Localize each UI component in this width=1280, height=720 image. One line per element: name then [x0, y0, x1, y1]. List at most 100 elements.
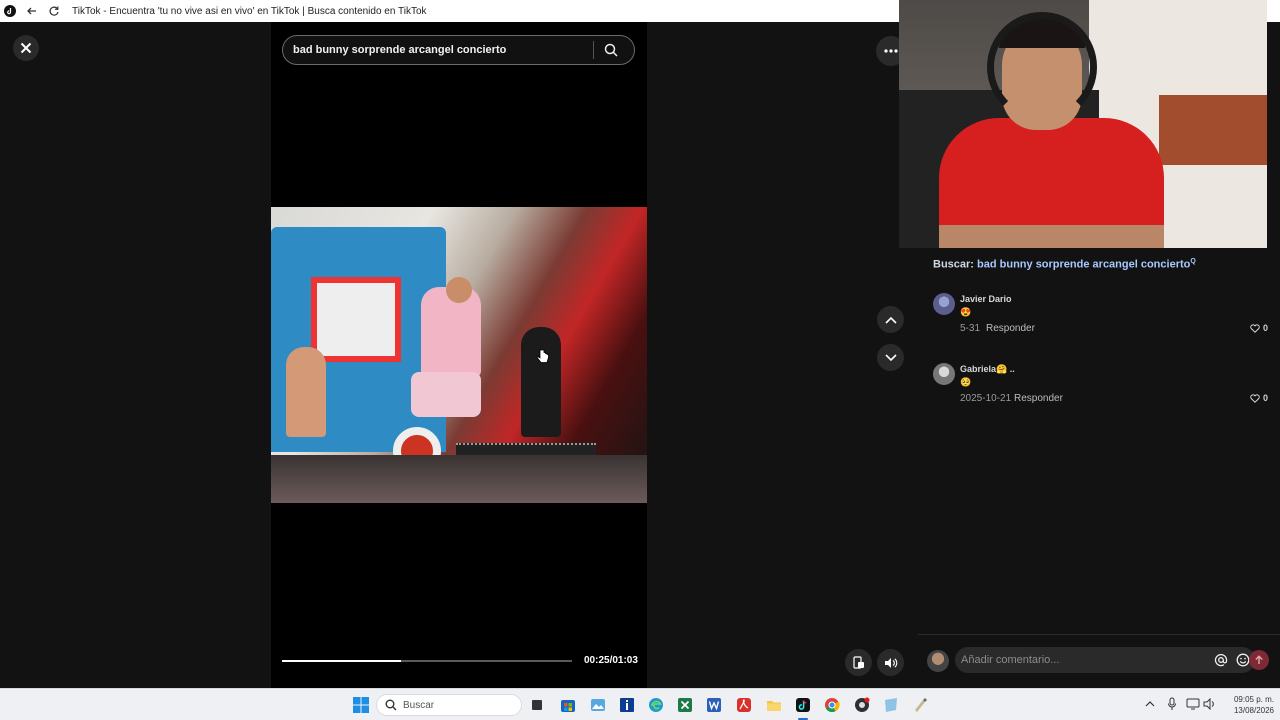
reply-button[interactable]: Responder — [986, 323, 1035, 334]
comment-username[interactable]: Gabriela🤗 .. — [960, 364, 1015, 375]
taskbar-search-label: Buscar — [403, 699, 435, 711]
store-icon — [561, 700, 575, 712]
tiktok-icon — [796, 698, 810, 712]
acrobat-icon — [737, 698, 751, 712]
taskbar-app-word[interactable] — [704, 695, 724, 715]
taskbar-app-chrome[interactable] — [822, 695, 842, 715]
volume-tray-icon[interactable] — [1202, 696, 1218, 712]
comment-text: 😍 — [960, 307, 972, 317]
volume-button[interactable] — [877, 649, 904, 676]
photos-icon — [591, 699, 605, 711]
chrome-icon — [825, 698, 840, 713]
send-comment-button[interactable] — [1249, 650, 1269, 670]
task-view-icon — [532, 700, 542, 710]
heart-icon — [1250, 393, 1260, 403]
avatar[interactable] — [933, 293, 955, 315]
info-app-icon — [620, 698, 634, 712]
like-count: 0 — [1262, 393, 1268, 403]
clock-time: 09:05 p. m. — [1233, 695, 1274, 704]
chevron-down-icon — [884, 353, 897, 361]
comment-composer — [955, 647, 1255, 673]
paint-brush-icon — [915, 698, 927, 712]
progress-bar[interactable] — [282, 660, 572, 662]
like-button[interactable]: 0 — [1250, 393, 1268, 403]
taskbar-app-excel[interactable] — [675, 695, 695, 715]
taskbar-app-info[interactable] — [617, 695, 637, 715]
arrow-up-icon — [1255, 655, 1263, 664]
webcam-overlay — [899, 0, 1267, 248]
windows-start-button[interactable] — [351, 695, 371, 715]
microphone-icon[interactable] — [1164, 696, 1180, 712]
comment-item: Javier Dario 😍 5-31 Responder 0 — [933, 293, 1268, 343]
taskbar-app-acrobat[interactable] — [734, 695, 754, 715]
network-icon[interactable] — [1185, 696, 1201, 712]
windows-logo-icon — [353, 697, 369, 713]
tray-overflow-chevron-icon[interactable] — [1142, 696, 1158, 712]
back-arrow-icon[interactable] — [24, 3, 40, 19]
edge-icon — [649, 698, 663, 712]
tiktok-favicon-icon — [2, 3, 18, 19]
screen: TikTok - Encuentra 'tu no vive asi en vi… — [0, 0, 1280, 720]
taskbar-app-obs[interactable] — [852, 695, 872, 715]
headset-icon — [987, 12, 1097, 122]
taskbar: Buscar 09:05 p. m. 13/08/2026 — [0, 688, 1280, 720]
chevron-up-icon — [884, 316, 897, 324]
comment-input[interactable] — [955, 654, 1211, 666]
comment-text: 🥺 — [960, 377, 972, 387]
video-player[interactable] — [271, 207, 647, 503]
reload-icon[interactable] — [46, 3, 62, 19]
related-search-prefix: Buscar: — [933, 258, 974, 271]
clock-date: 13/08/2026 — [1233, 706, 1274, 715]
related-search-link[interactable]: Buscar: bad bunny sorprende arcangel con… — [933, 258, 1196, 271]
search-input[interactable] — [283, 44, 593, 56]
taskbar-app-explorer[interactable] — [764, 695, 784, 715]
obs-icon — [855, 697, 870, 712]
comment-date: 2025-10-21 — [960, 393, 1012, 404]
search-icon — [604, 43, 618, 57]
like-count: 0 — [1262, 323, 1268, 333]
floating-player-button[interactable] — [845, 649, 872, 676]
page-title: TikTok - Encuentra 'tu no vive asi en vi… — [72, 5, 427, 17]
comment-date: 5-31 — [960, 323, 981, 334]
next-video-button[interactable] — [877, 344, 904, 371]
smiley-icon — [1236, 653, 1250, 667]
search-bar — [282, 35, 635, 65]
mention-button[interactable] — [1211, 650, 1231, 670]
more-dots-icon — [884, 49, 898, 53]
search-button[interactable] — [594, 36, 627, 64]
comment-item: Gabriela🤗 .. 🥺 2025-10-21 Responder 0 — [933, 363, 1268, 413]
taskbar-app-notes[interactable] — [881, 695, 901, 715]
reply-button[interactable]: Responder — [1014, 393, 1063, 404]
taskbar-app-paint[interactable] — [910, 695, 930, 715]
related-search-mark: Q — [1190, 258, 1196, 265]
taskbar-app-store[interactable] — [558, 695, 578, 715]
video-stage: 00:25/01:03 — [0, 22, 918, 688]
previous-video-button[interactable] — [877, 306, 904, 333]
word-icon — [707, 698, 721, 712]
taskbar-search[interactable]: Buscar — [376, 694, 522, 716]
avatar[interactable] — [933, 363, 955, 385]
picture-in-picture-icon — [852, 656, 864, 669]
composer-divider — [918, 634, 1280, 635]
my-avatar — [927, 650, 949, 672]
comment-username[interactable]: Javier Dario — [960, 294, 1012, 304]
cursor-hand-icon — [536, 349, 549, 363]
video-time: 00:25/01:03 — [584, 655, 638, 666]
taskbar-app-photos[interactable] — [588, 695, 608, 715]
heart-icon — [1250, 323, 1260, 333]
related-search-query: bad bunny sorprende arcangel concierto — [977, 258, 1191, 271]
notes-icon — [885, 698, 897, 712]
speaker-icon — [884, 657, 897, 668]
taskbar-app-tiktok[interactable] — [793, 695, 813, 715]
excel-icon — [678, 698, 692, 712]
system-clock[interactable]: 09:05 p. m. 13/08/2026 — [1222, 694, 1274, 716]
comments-panel: Buscar: bad bunny sorprende arcangel con… — [918, 248, 1280, 688]
taskbar-app-edge[interactable] — [646, 695, 666, 715]
folder-icon — [767, 701, 781, 711]
at-sign-icon — [1214, 654, 1228, 667]
close-button[interactable] — [13, 35, 39, 61]
task-view-button[interactable] — [527, 695, 547, 715]
video-column: 00:25/01:03 — [271, 22, 647, 688]
progress-fill — [282, 660, 401, 662]
like-button[interactable]: 0 — [1250, 323, 1268, 333]
